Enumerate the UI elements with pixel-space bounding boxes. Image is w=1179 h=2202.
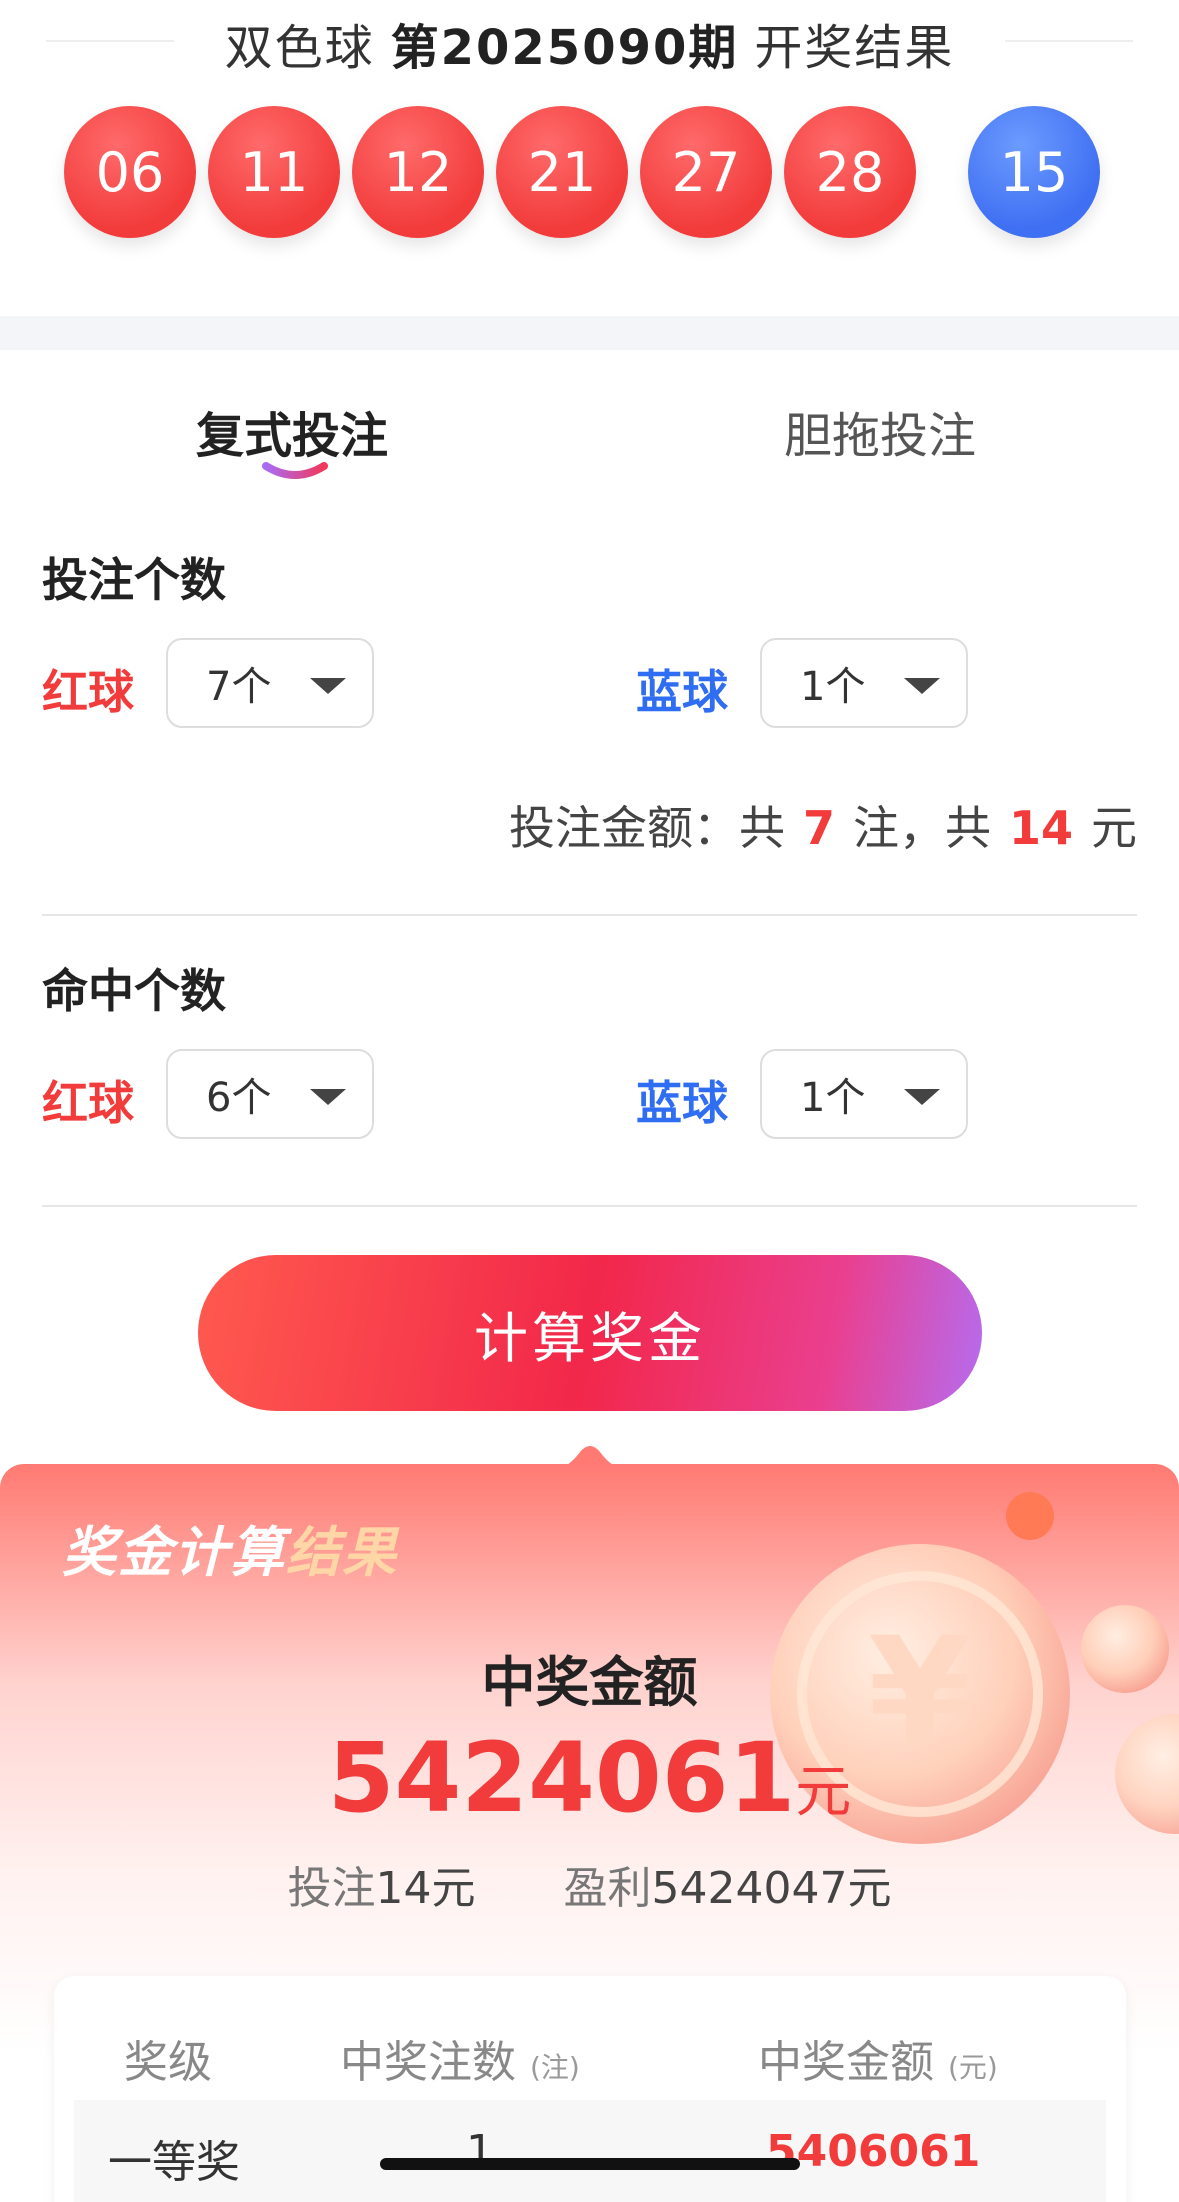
col-header-count-unit: (注) [530, 2051, 580, 2084]
tab-banker-bet[interactable]: 胆拖投注 [784, 396, 976, 466]
divider [42, 914, 1137, 916]
result-title: 奖金计算结果 [62, 1508, 398, 1587]
calculate-prize-button[interactable]: 计算奖金 [198, 1255, 982, 1411]
bet-amount-value: 14 [1008, 801, 1073, 855]
table-row: 一等奖 1 5406061 [74, 2100, 1106, 2202]
prize-amount-label: 中奖金额 [481, 1651, 698, 1714]
hit-blue-label: 蓝球 [636, 1076, 728, 1130]
profit-value: 5424047元 [651, 1863, 892, 1914]
red-ball-1: 06 [64, 106, 196, 238]
bet-blue-label: 蓝球 [636, 665, 728, 719]
hit-red-label: 红球 [42, 1076, 134, 1130]
bet-value: 14元 [375, 1863, 476, 1914]
bet-blue-select-value: 1个 [800, 664, 866, 710]
issue-number: 第2025090期 [390, 20, 739, 76]
chevron-down-icon [310, 1089, 346, 1105]
chevron-down-icon [310, 678, 346, 694]
col-header-level: 奖级 [124, 2037, 212, 2088]
hit-blue-select[interactable]: 1个 [760, 1049, 968, 1139]
result-label: 开奖结果 [754, 20, 955, 76]
red-ball-6: 28 [784, 106, 916, 238]
hit-blue-select-value: 1个 [800, 1075, 866, 1121]
chevron-down-icon [904, 678, 940, 694]
row-level: 一等奖 [108, 2137, 240, 2188]
bet-blue-select[interactable]: 1个 [760, 638, 968, 728]
col-header-amount-unit: (元) [948, 2051, 998, 2084]
red-ball-2: 11 [208, 106, 340, 238]
bet-profit-line: 投注14元 盈利5424047元 [0, 1852, 1179, 1916]
bet-summary-mid: 注，共 [852, 801, 991, 855]
col-header-amount: 中奖金额 (元) [758, 2026, 998, 2090]
col-header-count: 中奖注数 (注) [340, 2026, 580, 2090]
profit-label: 盈利 [563, 1863, 652, 1914]
lottery-name: 双色球 [224, 20, 375, 76]
bet-summary-prefix: 投注金额：共 [508, 801, 785, 855]
hit-red-select-value: 6个 [206, 1075, 272, 1121]
prize-amount-unit: 元 [795, 1760, 852, 1825]
tab-compound-bet[interactable]: 复式投注 [196, 396, 388, 466]
row-amount: 5406061 [766, 2126, 981, 2177]
divider [42, 1205, 1137, 1207]
draw-header: 双色球 第2025090期 开奖结果 [0, 8, 1179, 78]
result-title-part1: 奖金计算 [62, 1521, 286, 1584]
result-title-part2: 结果 [286, 1521, 398, 1584]
red-ball-5: 27 [640, 106, 772, 238]
section-separator [0, 316, 1179, 350]
hit-red-select[interactable]: 6个 [166, 1049, 374, 1139]
active-tab-indicator [262, 462, 328, 479]
chevron-down-icon [904, 1089, 940, 1105]
bet-red-select-value: 7个 [206, 664, 272, 710]
prize-amount-value: 5424061 [327, 1722, 796, 1834]
bet-count-title: 投注个数 [42, 553, 226, 607]
red-ball-3: 12 [352, 106, 484, 238]
prize-amount: 5424061元 [0, 1722, 1179, 1834]
result-panel: 奖金计算结果 ¥ 中奖金额 5424061元 投注14元 盈利5424047元 … [0, 1464, 1179, 2202]
col-header-count-label: 中奖注数 [340, 2037, 516, 2088]
bet-summary-suffix: 元 [1091, 801, 1137, 855]
bet-label: 投注 [287, 1863, 376, 1914]
blue-ball: 15 [968, 106, 1100, 238]
red-ball-4: 21 [496, 106, 628, 238]
hit-count-title: 命中个数 [42, 964, 226, 1018]
col-header-amount-label: 中奖金额 [758, 2037, 934, 2088]
bet-red-label: 红球 [42, 665, 134, 719]
bet-red-select[interactable]: 7个 [166, 638, 374, 728]
bet-summary: 投注金额：共 7 注，共 14 元 [509, 792, 1137, 858]
bet-count-value: 7 [802, 801, 835, 855]
home-indicator [380, 2158, 800, 2170]
